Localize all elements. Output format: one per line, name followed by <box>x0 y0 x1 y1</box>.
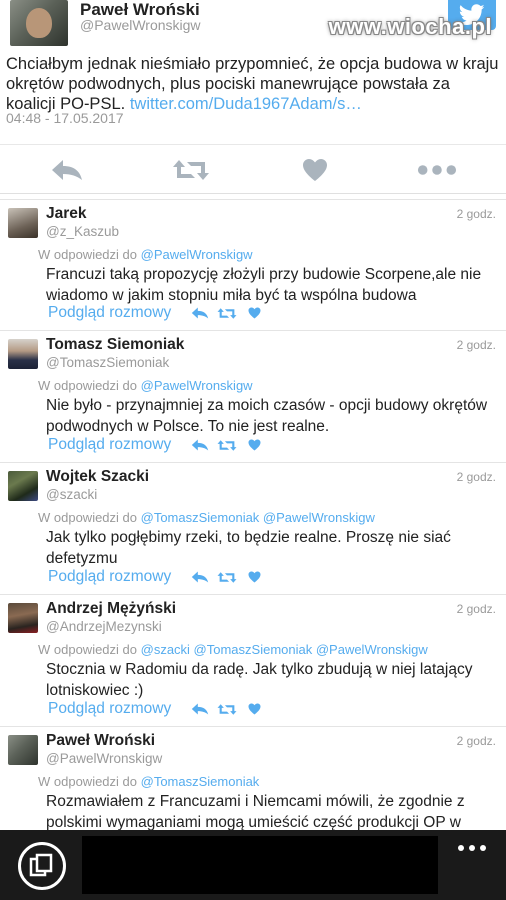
view-conversation-link[interactable]: Podgląd rozmowy <box>48 304 171 322</box>
like-icon[interactable] <box>243 702 265 716</box>
reply-icon[interactable] <box>189 570 211 584</box>
avatar[interactable] <box>8 471 38 501</box>
avatar[interactable] <box>8 339 38 369</box>
in-reply-prefix: W odpowiedzi do <box>38 774 137 789</box>
tweet-action-bar <box>0 144 506 194</box>
reply-author-handle[interactable]: @AndrzejMezynski <box>46 619 162 634</box>
in-reply-prefix: W odpowiedzi do <box>38 247 137 262</box>
reply-mentions[interactable]: @PawelWronskigw <box>141 378 253 393</box>
avatar[interactable] <box>8 735 38 765</box>
in-reply-to: W odpowiedzi do @PawelWronskigw <box>38 378 253 393</box>
reply-author-name[interactable]: Andrzej Mężyński <box>46 600 176 618</box>
tabs-icon[interactable] <box>18 842 66 890</box>
reply-author-handle[interactable]: @szacki <box>46 487 97 502</box>
more-icon[interactable] <box>417 155 457 185</box>
reply-item[interactable]: Wojtek Szacki @szacki 2 godz. W odpowied… <box>0 462 506 594</box>
reply-footer: Podgląd rozmowy <box>48 435 270 455</box>
reply-footer: Podgląd rozmowy <box>48 303 270 323</box>
reply-author-handle[interactable]: @z_Kaszub <box>46 224 119 239</box>
like-icon[interactable] <box>243 570 265 584</box>
retweet-icon[interactable] <box>216 306 238 320</box>
reply-author-name[interactable]: Tomasz Siemoniak <box>46 336 184 354</box>
reply-author-name[interactable]: Wojtek Szacki <box>46 468 149 486</box>
watermark: www.wiocha.pl <box>328 14 492 39</box>
reply-text: Francuzi taką propozycję złożyli przy bu… <box>46 266 482 304</box>
reply-icon[interactable] <box>189 306 211 320</box>
avatar[interactable] <box>8 603 38 633</box>
like-icon[interactable] <box>243 438 265 452</box>
address-bar[interactable] <box>82 836 438 894</box>
reply-footer: Podgląd rozmowy <box>48 567 270 587</box>
tweet-text: Chciałbym jednak nieśmiało przypomnieć, … <box>6 54 500 114</box>
avatar[interactable] <box>8 208 38 238</box>
in-reply-prefix: W odpowiedzi do <box>38 642 137 657</box>
reply-icon[interactable] <box>47 155 87 185</box>
reply-author-handle[interactable]: @PawelWronskigw <box>46 751 162 766</box>
in-reply-prefix: W odpowiedzi do <box>38 378 137 393</box>
reply-icon[interactable] <box>189 438 211 452</box>
reply-time: 2 godz. <box>456 207 496 221</box>
more-icon[interactable] <box>452 838 492 858</box>
reply-text: Stocznia w Radomiu da radę. Jak tylko zb… <box>46 661 473 699</box>
in-reply-to: W odpowiedzi do @TomaszSiemoniak @PawelW… <box>38 510 375 525</box>
reply-author-handle[interactable]: @TomaszSiemoniak <box>46 355 169 370</box>
tweet-timestamp: 04:48 - 17.05.2017 <box>6 110 124 126</box>
reply-text: Nie było - przynajmniej za moich czasów … <box>46 397 488 435</box>
reply-author-name[interactable]: Paweł Wroński <box>46 732 155 750</box>
reply-mentions[interactable]: @szacki @TomaszSiemoniak @PawelWronskigw <box>141 642 428 657</box>
reply-text: Jak tylko pogłębimy rzeki, to będzie rea… <box>46 529 451 567</box>
reply-item[interactable]: Andrzej Mężyński @AndrzejMezynski 2 godz… <box>0 594 506 726</box>
retweet-icon[interactable] <box>216 702 238 716</box>
reply-author-name[interactable]: Jarek <box>46 205 87 223</box>
reply-time: 2 godz. <box>456 602 496 616</box>
reply-time: 2 godz. <box>456 734 496 748</box>
reply-mentions[interactable]: @TomaszSiemoniak @PawelWronskigw <box>141 510 375 525</box>
retweet-icon[interactable] <box>216 570 238 584</box>
main-tweet-header: Paweł Wroński @PawelWronskigw www.wiocha… <box>0 0 506 52</box>
view-conversation-link[interactable]: Podgląd rozmowy <box>48 436 171 454</box>
like-icon[interactable] <box>243 306 265 320</box>
in-reply-prefix: W odpowiedzi do <box>38 510 137 525</box>
reply-mentions[interactable]: @PawelWronskigw <box>141 247 253 262</box>
retweet-icon[interactable] <box>171 155 211 185</box>
reply-item[interactable]: Paweł Wroński @PawelWronskigw 2 godz. W … <box>0 726 506 831</box>
author-handle[interactable]: @PawelWronskigw <box>80 17 201 33</box>
reply-item[interactable]: Jarek @z_Kaszub 2 godz. W odpowiedzi do … <box>0 199 506 329</box>
tweet-link[interactable]: twitter.com/Duda1967Adam/s… <box>130 95 362 113</box>
in-reply-to: W odpowiedzi do @PawelWronskigw <box>38 247 253 262</box>
reply-item[interactable]: Tomasz Siemoniak @TomaszSiemoniak 2 godz… <box>0 330 506 462</box>
reply-icon[interactable] <box>189 702 211 716</box>
reply-time: 2 godz. <box>456 470 496 484</box>
in-reply-to: W odpowiedzi do @TomaszSiemoniak <box>38 774 259 789</box>
like-icon[interactable] <box>295 155 335 185</box>
reply-text: Rozmawiałem z Francuzami i Niemcami mówi… <box>46 793 465 831</box>
avatar[interactable] <box>10 0 68 46</box>
reply-mentions[interactable]: @TomaszSiemoniak <box>141 774 260 789</box>
bottom-app-bar <box>0 830 506 900</box>
in-reply-to: W odpowiedzi do @szacki @TomaszSiemoniak… <box>38 642 428 657</box>
reply-footer: Podgląd rozmowy <box>48 699 270 719</box>
retweet-icon[interactable] <box>216 438 238 452</box>
reply-time: 2 godz. <box>456 338 496 352</box>
view-conversation-link[interactable]: Podgląd rozmowy <box>48 700 171 718</box>
view-conversation-link[interactable]: Podgląd rozmowy <box>48 568 171 586</box>
